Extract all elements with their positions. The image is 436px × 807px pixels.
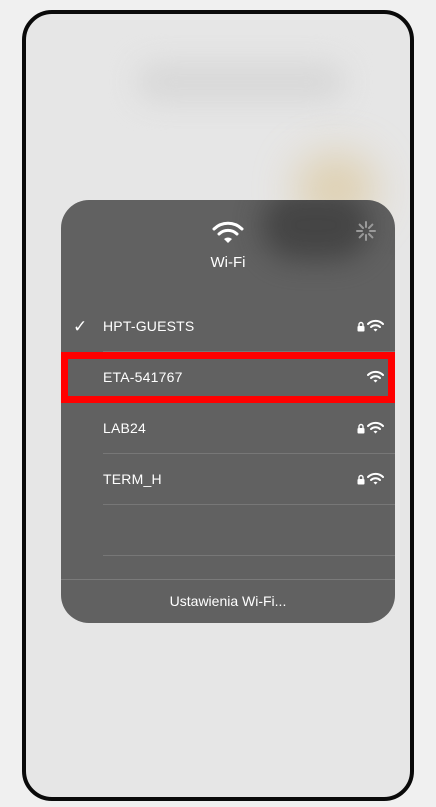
- wifi-signal-icon: [367, 370, 384, 383]
- network-list: ✓ HPT-GUESTS ETA-541767 LAB24 TERM_H: [61, 301, 395, 556]
- wifi-signal-icon: [367, 319, 384, 332]
- wifi-signal-icon: [367, 472, 384, 485]
- empty-row: [61, 505, 395, 556]
- network-name: TERM_H: [103, 471, 162, 487]
- wifi-signal-icon: [367, 421, 384, 434]
- network-name: ETA-541767: [103, 369, 183, 385]
- panel-title: Wi-Fi: [210, 254, 246, 271]
- network-row-lab24[interactable]: LAB24: [61, 403, 395, 454]
- wifi-panel: Wi-Fi ✓ HPT-GUESTS ETA-541767 LAB24 TERM…: [61, 200, 395, 623]
- checkmark-icon: ✓: [73, 317, 88, 336]
- network-name: LAB24: [103, 420, 147, 436]
- network-name: HPT-GUESTS: [103, 318, 195, 334]
- lock-icon: [357, 321, 365, 332]
- lock-icon: [357, 423, 365, 434]
- network-row-eta-541767[interactable]: ETA-541767: [61, 352, 395, 403]
- lock-icon: [357, 474, 365, 485]
- wifi-icon: [212, 221, 244, 243]
- row-divider: [103, 555, 395, 556]
- blurred-background: [136, 62, 346, 102]
- network-row-term-h[interactable]: TERM_H: [61, 454, 395, 505]
- phone-frame: Wi-Fi ✓ HPT-GUESTS ETA-541767 LAB24 TERM…: [22, 10, 414, 801]
- wifi-settings-button[interactable]: Ustawienia Wi-Fi...: [61, 580, 395, 623]
- loading-spinner-icon: [356, 221, 376, 241]
- network-row-hpt-guests[interactable]: ✓ HPT-GUESTS: [61, 301, 395, 352]
